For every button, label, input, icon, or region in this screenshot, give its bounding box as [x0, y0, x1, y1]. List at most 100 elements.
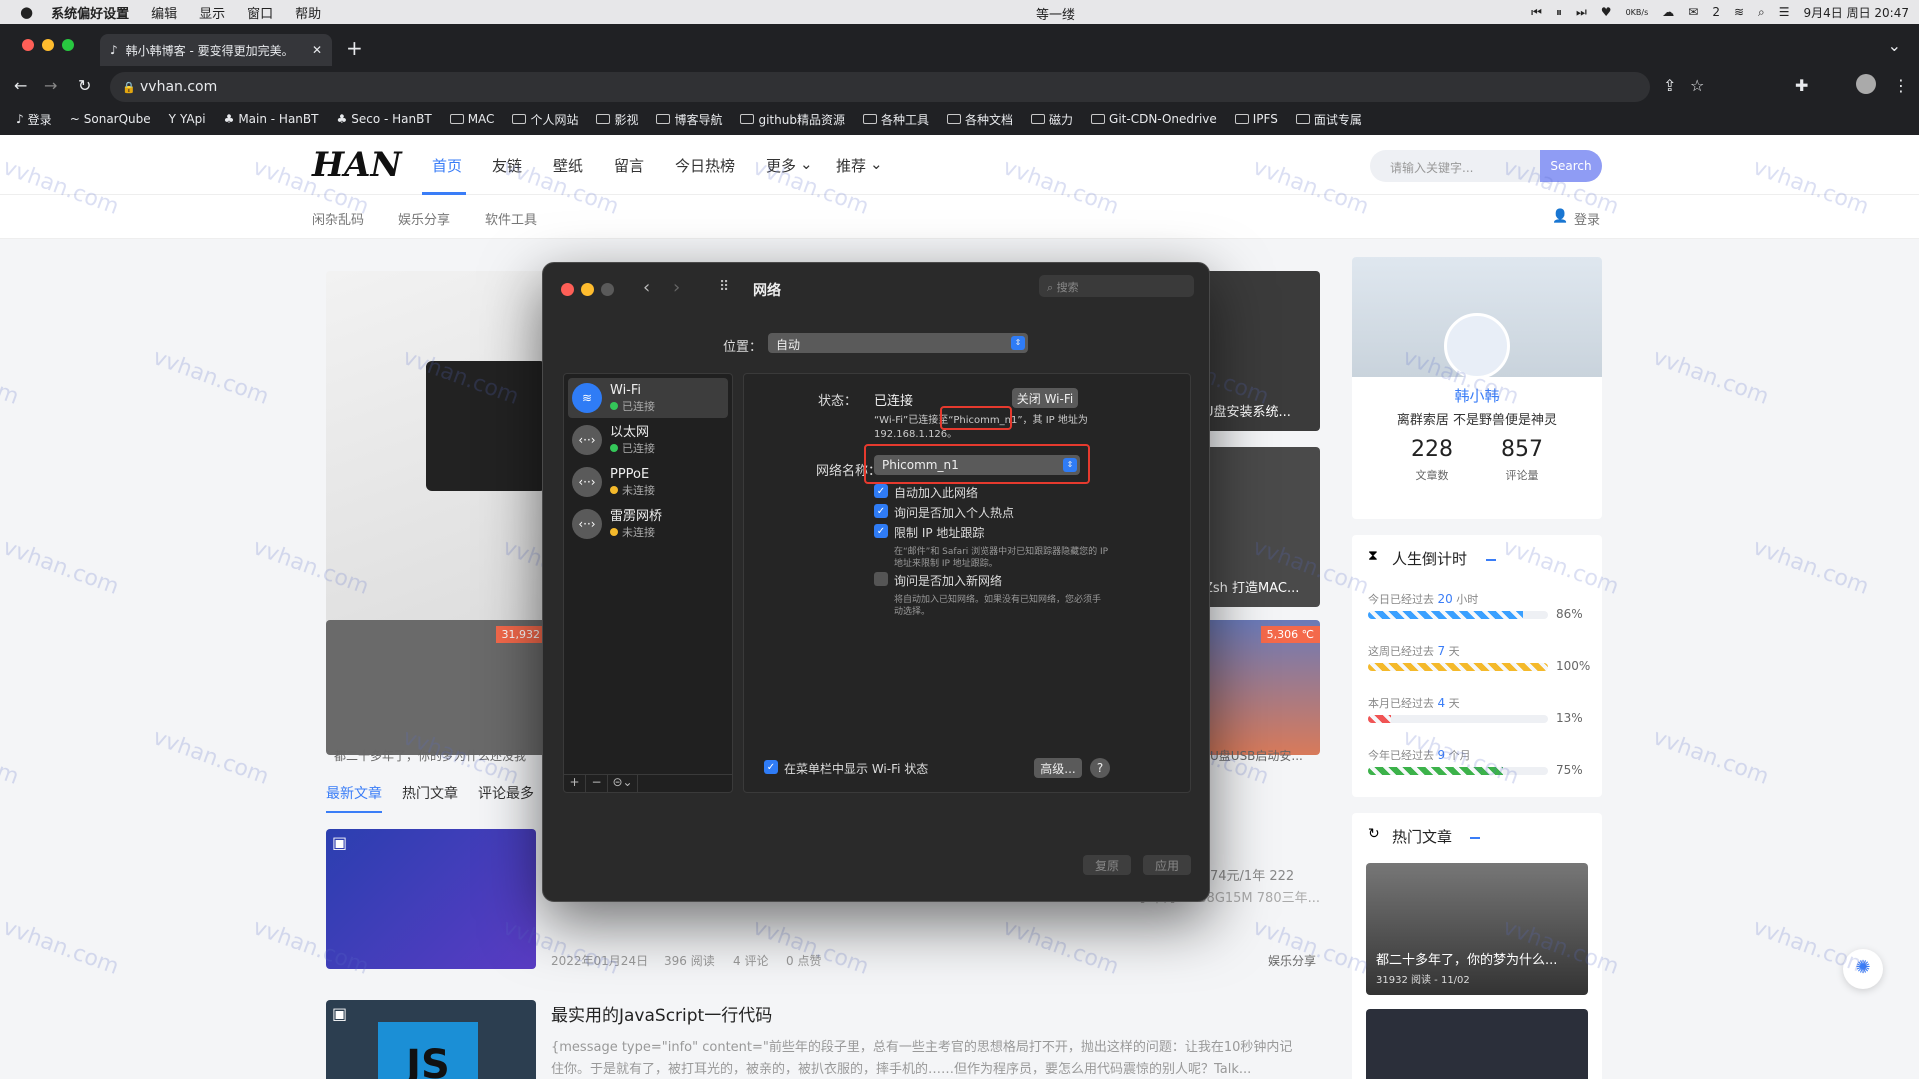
bookmark-folder[interactable]: 面试专属: [1295, 111, 1362, 128]
more-icon[interactable]: ⋮: [1893, 76, 1909, 95]
bookmark-folder[interactable]: 博客导航: [656, 111, 722, 128]
grid-icon[interactable]: ⠿: [719, 279, 729, 295]
bookmark-item[interactable]: ~ SonarQube: [70, 112, 151, 126]
select-arrows-icon: ⇕: [1011, 336, 1025, 350]
wechat-icon[interactable]: ✉: [1688, 5, 1698, 19]
menu-window[interactable]: 窗口: [247, 3, 273, 22]
media-next-icon[interactable]: ⏭: [1576, 5, 1587, 20]
post1-thumbnail[interactable]: ▣: [326, 829, 536, 969]
nav-guestbook[interactable]: 留言: [614, 155, 644, 176]
bookmark-folder[interactable]: github精品资源: [740, 111, 845, 128]
hot-item-image-2[interactable]: [1366, 1009, 1588, 1079]
bookmark-item[interactable]: Y YApi: [169, 112, 206, 126]
revert-button[interactable]: 复原: [1083, 855, 1131, 875]
service-wifi[interactable]: ≋ Wi-Fi 已连接: [568, 378, 728, 418]
countdown-title: 人生倒计时: [1392, 550, 1468, 568]
dialog-search-icon: ⌕: [1047, 281, 1057, 294]
menu-app-name[interactable]: 系统偏好设置: [51, 3, 129, 22]
media-pause-icon[interactable]: ⏸: [1556, 5, 1562, 20]
cloud-icon[interactable]: ☁: [1662, 5, 1674, 19]
window-zoom-button[interactable]: [62, 39, 74, 51]
tab-search-icon[interactable]: ⌄: [1888, 36, 1901, 55]
ask-new-network-checkbox[interactable]: [874, 572, 888, 586]
bookmark-folder[interactable]: 各种工具: [862, 111, 929, 128]
apply-button[interactable]: 应用: [1143, 855, 1191, 875]
folder-icon: [740, 114, 755, 124]
bookmark-folder[interactable]: 个人网站: [512, 111, 578, 128]
apple-icon[interactable]: ●: [20, 3, 33, 21]
service-ethernet[interactable]: ‹··› 以太网 已连接: [568, 420, 728, 460]
address-bar[interactable]: 🔒 vvhan.com: [110, 72, 1650, 102]
window-close-button[interactable]: [22, 39, 34, 51]
hot-item-image[interactable]: 都二十多年了，你的梦为什么... 31932 阅读 - 11/02: [1366, 863, 1588, 995]
new-tab-button[interactable]: +: [346, 36, 363, 60]
bookmark-folder[interactable]: 影视: [596, 111, 638, 128]
turn-off-wifi-button[interactable]: 关闭 Wi-Fi: [1012, 388, 1078, 408]
dialog-close-button[interactable]: [561, 283, 574, 296]
bookmark-folder[interactable]: MAC: [449, 112, 494, 126]
heart-icon[interactable]: ♥: [1601, 5, 1612, 19]
forward-icon[interactable]: →: [44, 76, 57, 95]
bookmark-item[interactable]: ♣ Seco - HanBT: [336, 112, 431, 126]
hot-item-title: 都二十多年了，你的梦为什么...: [1376, 953, 1558, 968]
bookmark-item[interactable]: ♣ Main - HanBT: [224, 112, 319, 126]
tab-close-icon[interactable]: ✕: [312, 43, 322, 57]
share-icon[interactable]: ⇪: [1663, 76, 1676, 95]
bookmark-folder[interactable]: IPFS: [1234, 112, 1278, 126]
countdown-label: 本月已经过去 4 天: [1368, 696, 1460, 710]
menubar-now-playing[interactable]: 等一缕: [1036, 4, 1075, 23]
nav-home[interactable]: 首页: [432, 155, 462, 176]
remove-service-button[interactable]: −: [586, 775, 608, 792]
dialog-search-field[interactable]: ⌕ 搜索: [1039, 275, 1194, 297]
card-mid-right[interactable]: Zsh 打造MAC...: [1198, 447, 1320, 607]
card-bottom-right[interactable]: 5,306 ℃: [1198, 620, 1320, 755]
advanced-button[interactable]: 高级...: [1034, 758, 1082, 778]
menu-edit[interactable]: 编辑: [151, 3, 177, 22]
post2-thumbnail[interactable]: ▣ JS: [326, 1000, 536, 1079]
post2-title[interactable]: 最实用的JavaScript一行代码: [551, 1001, 772, 1026]
subnav-tools[interactable]: 软件工具: [485, 209, 537, 228]
menu-help[interactable]: 帮助: [295, 3, 321, 22]
bookmark-folder[interactable]: 磁力: [1031, 111, 1073, 128]
tab-latest[interactable]: 最新文章: [326, 783, 382, 803]
auto-join-checkbox[interactable]: ✓: [874, 484, 888, 498]
service-thunderbolt-bridge[interactable]: ‹··› 雷雳网桥 未连接: [568, 504, 728, 544]
tab-hot[interactable]: 热门文章: [402, 783, 458, 803]
extension-icon[interactable]: ✚: [1795, 76, 1808, 95]
service-actions-button[interactable]: ⊝⌄: [608, 775, 638, 792]
dialog-title: 网络: [753, 283, 781, 299]
add-service-button[interactable]: +: [564, 775, 586, 792]
show-in-menubar-checkbox[interactable]: ✓: [764, 760, 778, 774]
nav-trending[interactable]: 今日热榜: [675, 155, 735, 176]
menu-view[interactable]: 显示: [199, 3, 225, 22]
wifi-icon[interactable]: ≋: [1734, 5, 1744, 19]
browser-tab[interactable]: ♪ 韩小韩博客 - 要变得更加完美。 ✕: [100, 34, 332, 66]
bookmark-star-icon[interactable]: ☆: [1690, 76, 1704, 95]
countdown-percent: 13%: [1556, 711, 1583, 725]
search-icon[interactable]: ⌕: [1758, 5, 1765, 20]
subnav-fun[interactable]: 娱乐分享: [398, 209, 450, 228]
media-prev-icon[interactable]: ⏮: [1531, 5, 1542, 20]
profile-avatar[interactable]: [1856, 74, 1876, 94]
reload-icon[interactable]: ↻: [78, 76, 91, 95]
bookmark-item[interactable]: ♪ 登录: [16, 111, 52, 128]
card-bottom-left-badge: 31,932: [495, 626, 546, 643]
countdown-row: 今日已经过去 20 小时 86%: [1368, 591, 1588, 631]
help-button[interactable]: ?: [1090, 758, 1110, 778]
dialog-zoom-button[interactable]: [601, 283, 614, 296]
limit-ip-tracking-checkbox[interactable]: ✓: [874, 524, 888, 538]
dialog-minimize-button[interactable]: [581, 283, 594, 296]
bookmark-folder[interactable]: 各种文档: [947, 111, 1013, 128]
ask-hotspot-checkbox[interactable]: ✓: [874, 504, 888, 518]
window-minimize-button[interactable]: [42, 39, 54, 51]
bookmark-folder[interactable]: Git-CDN-Onedrive: [1091, 112, 1217, 126]
control-center-icon[interactable]: ☰: [1779, 5, 1790, 19]
service-pppoe[interactable]: ‹··› PPPoE 未连接: [568, 462, 728, 502]
back-icon[interactable]: ←: [14, 76, 27, 95]
dialog-forward-icon[interactable]: ›: [673, 277, 680, 298]
nav-recommend[interactable]: 推荐: [836, 155, 866, 176]
dialog-back-icon[interactable]: ‹: [643, 277, 650, 298]
clock[interactable]: 9月4日 周日 20:47: [1804, 4, 1909, 21]
countdown-label: 这周已经过去 7 天: [1368, 644, 1460, 658]
location-select[interactable]: 自动 ⇕: [768, 333, 1028, 353]
